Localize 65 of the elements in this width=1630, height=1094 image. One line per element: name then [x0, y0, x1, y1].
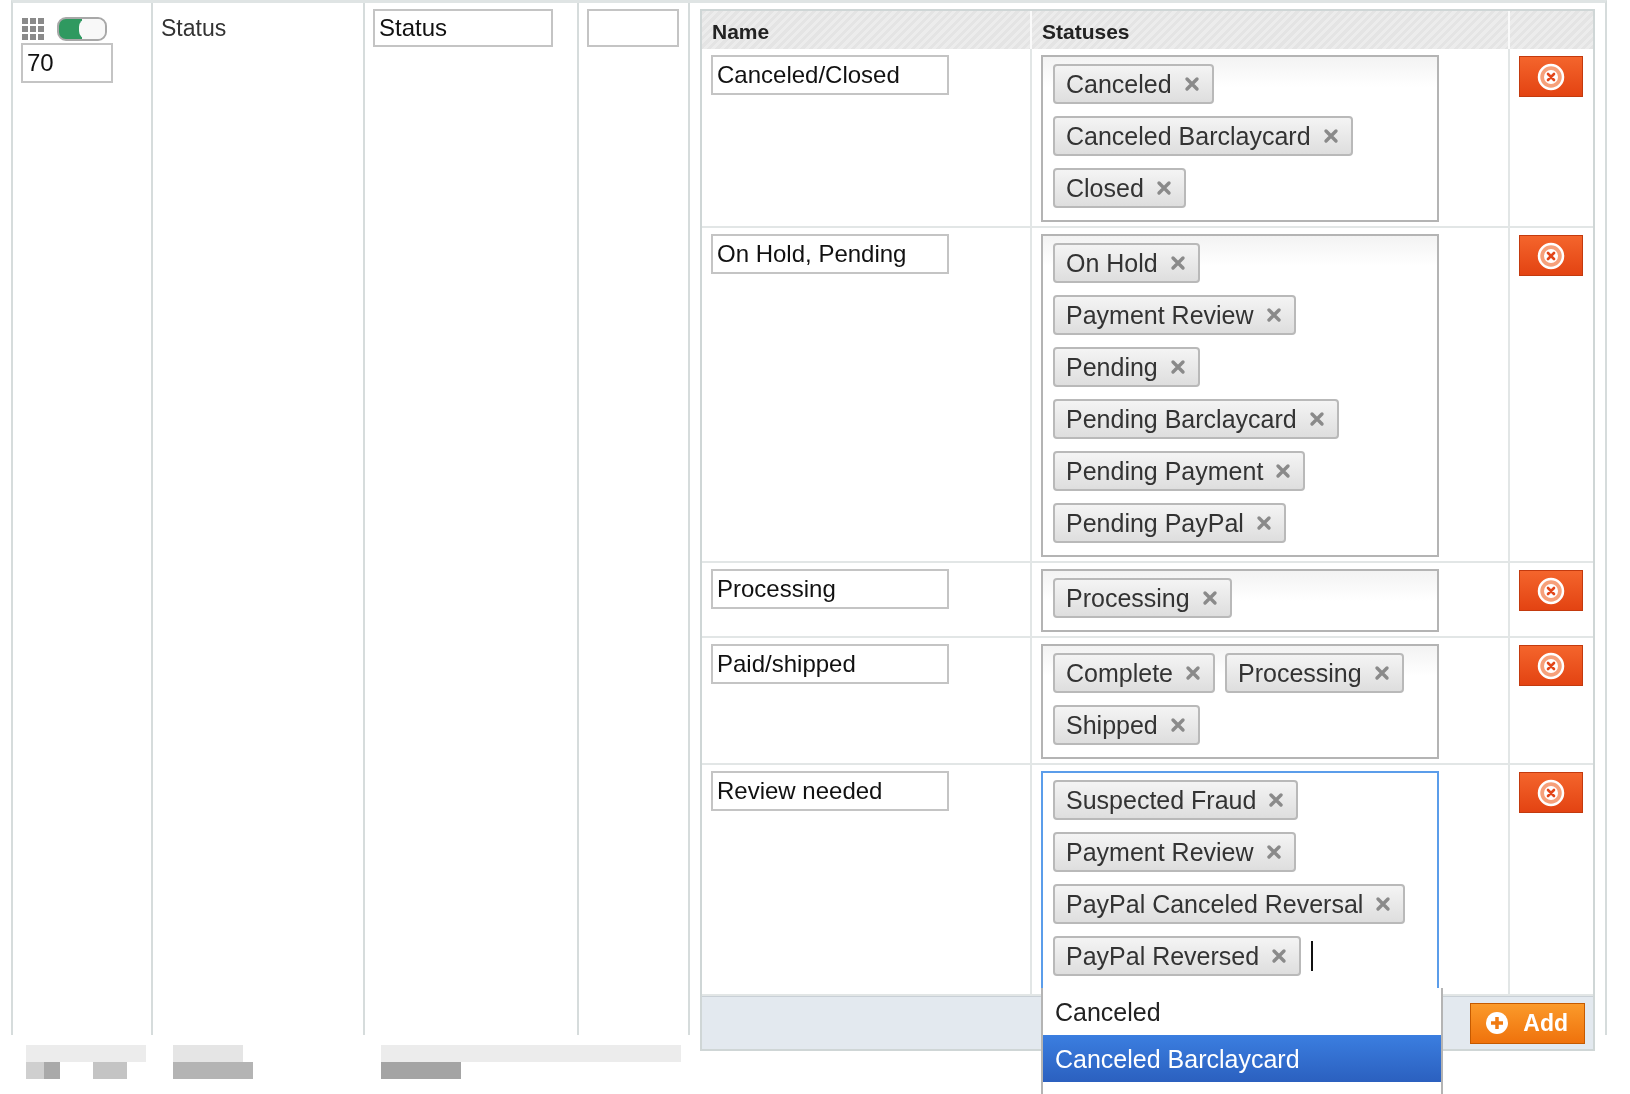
close-icon[interactable] [1169, 717, 1186, 733]
status-tag: Processing [1225, 653, 1404, 693]
close-icon[interactable] [1169, 359, 1186, 375]
column-header: Statuses [1032, 11, 1510, 49]
close-icon[interactable] [1265, 307, 1282, 323]
delete-button[interactable] [1519, 772, 1583, 813]
status-tag: Payment Review [1053, 295, 1296, 335]
plus-icon [1485, 1011, 1510, 1035]
status-tag: Canceled Barclaycard [1053, 116, 1353, 156]
delete-button[interactable] [1519, 645, 1583, 686]
status-tag: Canceled [1053, 64, 1214, 104]
close-icon[interactable] [1185, 665, 1201, 681]
status-select[interactable]: Complete Processing Shipped [1041, 644, 1439, 759]
close-icon[interactable] [1201, 590, 1218, 606]
status-tag: Complete [1053, 653, 1215, 693]
delete-button[interactable] [1519, 235, 1583, 276]
status-tag: PayPal Canceled Reversal [1053, 884, 1406, 924]
name-field[interactable]: Review needed [711, 771, 949, 811]
name-field[interactable]: Paid/shipped [711, 644, 949, 684]
close-icon[interactable] [1275, 463, 1292, 479]
status-tag: Payment Review [1053, 832, 1296, 872]
status-select[interactable]: On Hold Payment Review Pending Pending Barclaycard Pending Payment Pending PayPal [1041, 234, 1439, 557]
attribute-label: Status [161, 15, 227, 41]
status-tag: Pending Barclaycard [1053, 399, 1339, 439]
remove-icon [1536, 240, 1566, 271]
status-tag: Closed [1053, 168, 1186, 208]
close-icon[interactable] [1265, 844, 1282, 860]
name-field[interactable]: Canceled/Closed [711, 55, 949, 95]
remove-icon [1536, 777, 1566, 808]
close-icon[interactable] [1271, 948, 1288, 964]
status-select[interactable]: Processing [1041, 569, 1439, 632]
close-icon[interactable] [1373, 665, 1390, 681]
name-field[interactable]: On Hold, Pending [711, 234, 949, 274]
close-icon[interactable] [1268, 792, 1285, 808]
close-icon[interactable] [1322, 128, 1339, 144]
dropdown-option[interactable]: Canceled [1043, 988, 1441, 1035]
status-tag: Shipped [1053, 705, 1200, 745]
text-field[interactable]: Status [373, 9, 553, 47]
close-icon[interactable] [1169, 255, 1186, 271]
status-tag: Pending Payment [1053, 451, 1306, 491]
status-select[interactable]: Canceled Canceled Barclaycard Closed [1041, 55, 1439, 222]
delete-button[interactable] [1519, 56, 1583, 97]
status-tag: Pending [1053, 347, 1200, 387]
status-tag: Suspected Fraud [1053, 780, 1299, 820]
remove-icon [1536, 650, 1566, 681]
close-icon[interactable] [1155, 180, 1172, 196]
dropdown-option[interactable]: Canceled Barclaycard [1043, 1035, 1441, 1082]
sort-order-field[interactable]: 70 [21, 43, 113, 83]
close-icon[interactable] [1183, 76, 1200, 92]
name-field[interactable]: Processing [711, 569, 949, 609]
remove-icon [1536, 575, 1566, 606]
status-tag: Pending PayPal [1053, 503, 1286, 543]
text-field[interactable] [587, 9, 679, 47]
close-icon[interactable] [1308, 411, 1325, 427]
status-tag: PayPal Reversed [1053, 936, 1302, 976]
column-header: Name [702, 11, 1032, 49]
status-tag: On Hold [1053, 243, 1200, 283]
text-cursor [1311, 941, 1314, 971]
toggle-switch[interactable] [57, 17, 107, 41]
close-icon[interactable] [1255, 515, 1272, 531]
delete-button[interactable] [1519, 570, 1583, 611]
close-icon[interactable] [1375, 896, 1392, 912]
status-tag: Processing [1053, 578, 1232, 618]
remove-icon [1536, 61, 1566, 92]
drag-handle-icon[interactable] [21, 17, 45, 41]
